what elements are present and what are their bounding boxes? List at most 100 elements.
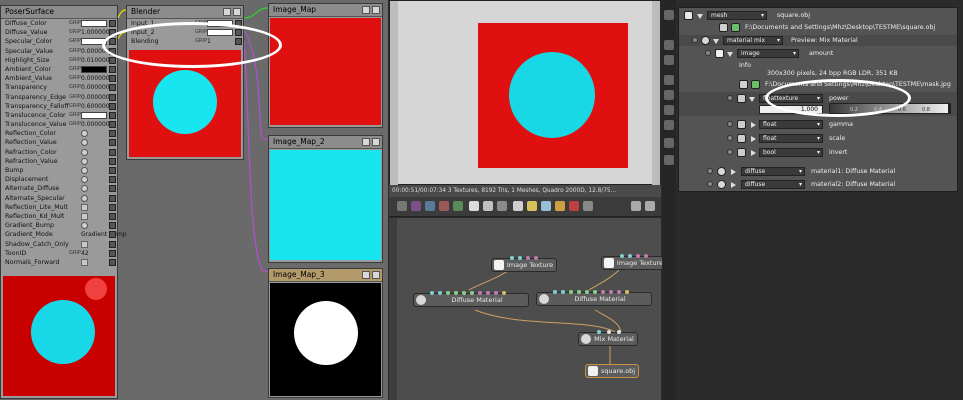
input-pin[interactable] [438,291,442,295]
surface-param-row[interactable]: Diffuse_Color GRIP [1,19,117,28]
input-pin[interactable] [494,291,498,295]
surface-param-row[interactable]: Alternate_Specular [1,194,117,203]
checkbox[interactable] [81,258,88,266]
expand-icon[interactable] [713,39,719,44]
checkbox[interactable] [81,203,88,211]
sidebar-tool-icon[interactable] [664,10,674,20]
input-plug-icon[interactable] [109,240,116,248]
poser-surface-title[interactable]: PoserSurface [1,6,117,19]
surface-param-row[interactable]: Reflection_Color [1,129,117,138]
material2-type-dropdown[interactable]: diffuse [741,180,805,189]
input-plug-icon[interactable] [109,185,116,193]
sidebar-tool-icon[interactable] [664,90,674,100]
param-value[interactable]: 0.000000 [81,93,110,102]
input-plug-icon[interactable] [109,93,116,101]
input-pin[interactable] [617,290,621,294]
surface-param-row[interactable]: Normals_Forward [1,258,117,267]
input-pin[interactable] [553,290,557,294]
surface-param-row[interactable]: Reflection_Value [1,138,117,147]
expand-icon[interactable] [749,97,755,102]
viewport-scrollbar[interactable] [652,1,660,186]
gamma-type-dropdown[interactable]: float [759,120,823,129]
input-pin[interactable] [526,256,530,260]
input-pin[interactable] [430,291,434,295]
image-map-3-node[interactable]: Image_Map_3 [268,268,383,398]
input-pin[interactable] [478,291,482,295]
camera-icon[interactable] [397,201,407,211]
collapse-icon[interactable] [751,136,756,142]
sidebar-tool-icon[interactable] [664,120,674,130]
menu-icon[interactable] [372,271,380,279]
fullscreen-icon[interactable] [645,201,655,211]
input-pin[interactable] [617,330,621,334]
surface-param-row[interactable]: Reflection_Kd_Mult [1,212,117,221]
input-plug-icon[interactable] [109,176,116,184]
input-plug-icon[interactable] [109,121,116,129]
collapse-icon[interactable] [223,8,231,16]
surface-param-row[interactable]: Alternate_Diffuse [1,184,117,193]
input-pin[interactable] [518,256,522,260]
help-icon[interactable] [81,176,88,184]
sidebar-tool-icon[interactable] [664,105,674,115]
pause-icon[interactable] [439,201,449,211]
diffuse-material-node-2[interactable]: Diffuse Material [536,290,652,306]
surface-param-row[interactable]: Transparency_Edge 0.000000 GRIP [1,93,117,102]
color-swatch[interactable] [81,65,107,73]
sidebar-tool-icon[interactable] [664,40,674,50]
image-map-2-node[interactable]: Image_Map_2 [268,135,383,263]
collapse-icon[interactable] [731,169,736,175]
input-plug-icon[interactable] [109,212,116,220]
param-value[interactable]: 0.010000 [81,56,110,65]
input-pin[interactable] [597,330,601,334]
wrench-icon[interactable] [631,201,641,211]
surface-param-row[interactable]: Refraction_Value [1,157,117,166]
surface-param-row[interactable]: Gradient_Bump [1,221,117,230]
mesh-node[interactable]: square.obj [585,364,639,378]
image-map-node[interactable]: Image_Map [268,3,383,128]
folder-icon[interactable] [719,23,728,32]
help-icon[interactable] [81,194,88,202]
color-swatch[interactable] [81,111,107,119]
input-pin[interactable] [609,290,613,294]
help-icon[interactable] [81,185,88,193]
input-pin[interactable] [607,330,611,334]
surface-param-row[interactable]: Translucence_Value 0.000000 GRIP [1,120,117,129]
collapse-icon[interactable] [751,150,756,156]
image-texture-node-2[interactable]: Image Texture [601,254,667,270]
pin-ring-icon[interactable] [727,121,733,127]
input-plug-icon[interactable] [109,111,116,119]
input-plug-icon[interactable] [109,65,116,73]
diffuse-material-node-1[interactable]: Diffuse Material [413,291,529,307]
surface-param-row[interactable]: Specular_Value 0.000000 GRIP [1,47,117,56]
param-value[interactable]: 0.000000 [81,83,110,92]
pin-ring-icon[interactable] [727,135,733,141]
input-pin[interactable] [454,291,458,295]
collapse-icon[interactable] [362,6,370,14]
poser-surface-node[interactable]: PoserSurface Diffuse_Color GRIP Diffuse_Va… [0,5,127,399]
mix-material-node[interactable]: Mix Material [578,330,638,346]
surface-param-row[interactable]: Refraction_Color [1,148,117,157]
reload-icon[interactable] [731,23,740,32]
surface-param-row[interactable]: Diffuse_Value 1.000000 GRIP [1,28,117,37]
zoom-icon[interactable] [469,201,479,211]
menu-icon[interactable] [233,8,241,16]
folder-icon[interactable] [739,80,748,89]
surface-param-row[interactable]: Translucence_Color GRIP [1,111,117,120]
help-icon[interactable] [81,139,88,147]
input-pin[interactable] [510,256,514,260]
image-map-2-title[interactable]: Image_Map_2 [269,136,382,149]
surface-param-row[interactable]: Reflection_Lite_Mult [1,203,117,212]
input-pin[interactable] [446,291,450,295]
input-pin[interactable] [636,254,640,258]
expand-icon[interactable] [727,52,733,57]
surface-param-row[interactable]: Shadow_Catch_Only [1,240,117,249]
material-type-dropdown[interactable]: material mix [723,36,783,45]
play-icon[interactable] [453,201,463,211]
menu-icon[interactable] [372,6,380,14]
checkbox[interactable] [81,212,88,220]
sidebar-tool-icon[interactable] [664,75,674,85]
input-pin[interactable] [486,291,490,295]
input-plug-icon[interactable] [109,203,116,211]
param-value[interactable]: 0.600000 [81,102,110,111]
checkbox[interactable] [81,240,88,248]
